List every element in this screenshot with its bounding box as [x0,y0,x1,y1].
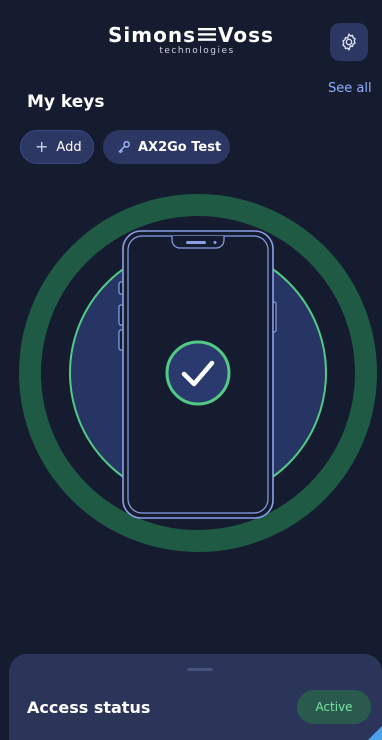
gear-icon [342,33,356,51]
key-icon [117,140,131,154]
brand-logo-text: Simons Voss [0,24,382,46]
app-screen: Simons Voss technologies See all My keys… [0,0,382,740]
corner-indicator [368,726,382,740]
brand-logo-subtitle: technologies [159,46,235,56]
add-key-button[interactable]: + Add [20,130,94,164]
status-badge: Active [297,690,371,724]
sheet-drag-handle[interactable] [187,668,213,671]
settings-button[interactable] [330,23,368,61]
triple-bar-logo-mark-icon [198,28,217,41]
checkmark-icon [165,340,231,406]
plus-icon: + [35,137,49,156]
key-chip-ax2go-test[interactable]: AX2Go Test [103,130,230,164]
brand-logo-part-2: Voss [218,23,274,47]
access-status-label: Access status [27,698,151,717]
key-chip-label: AX2Go Test [138,139,222,155]
brand-logo: Simons Voss technologies [0,24,382,56]
my-keys-title: My keys [27,92,105,112]
brand-logo-part-1: Simons [108,23,197,47]
see-all-link[interactable]: See all [328,81,372,96]
add-key-label: Add [56,139,82,155]
unlock-success-illustration [0,190,382,570]
